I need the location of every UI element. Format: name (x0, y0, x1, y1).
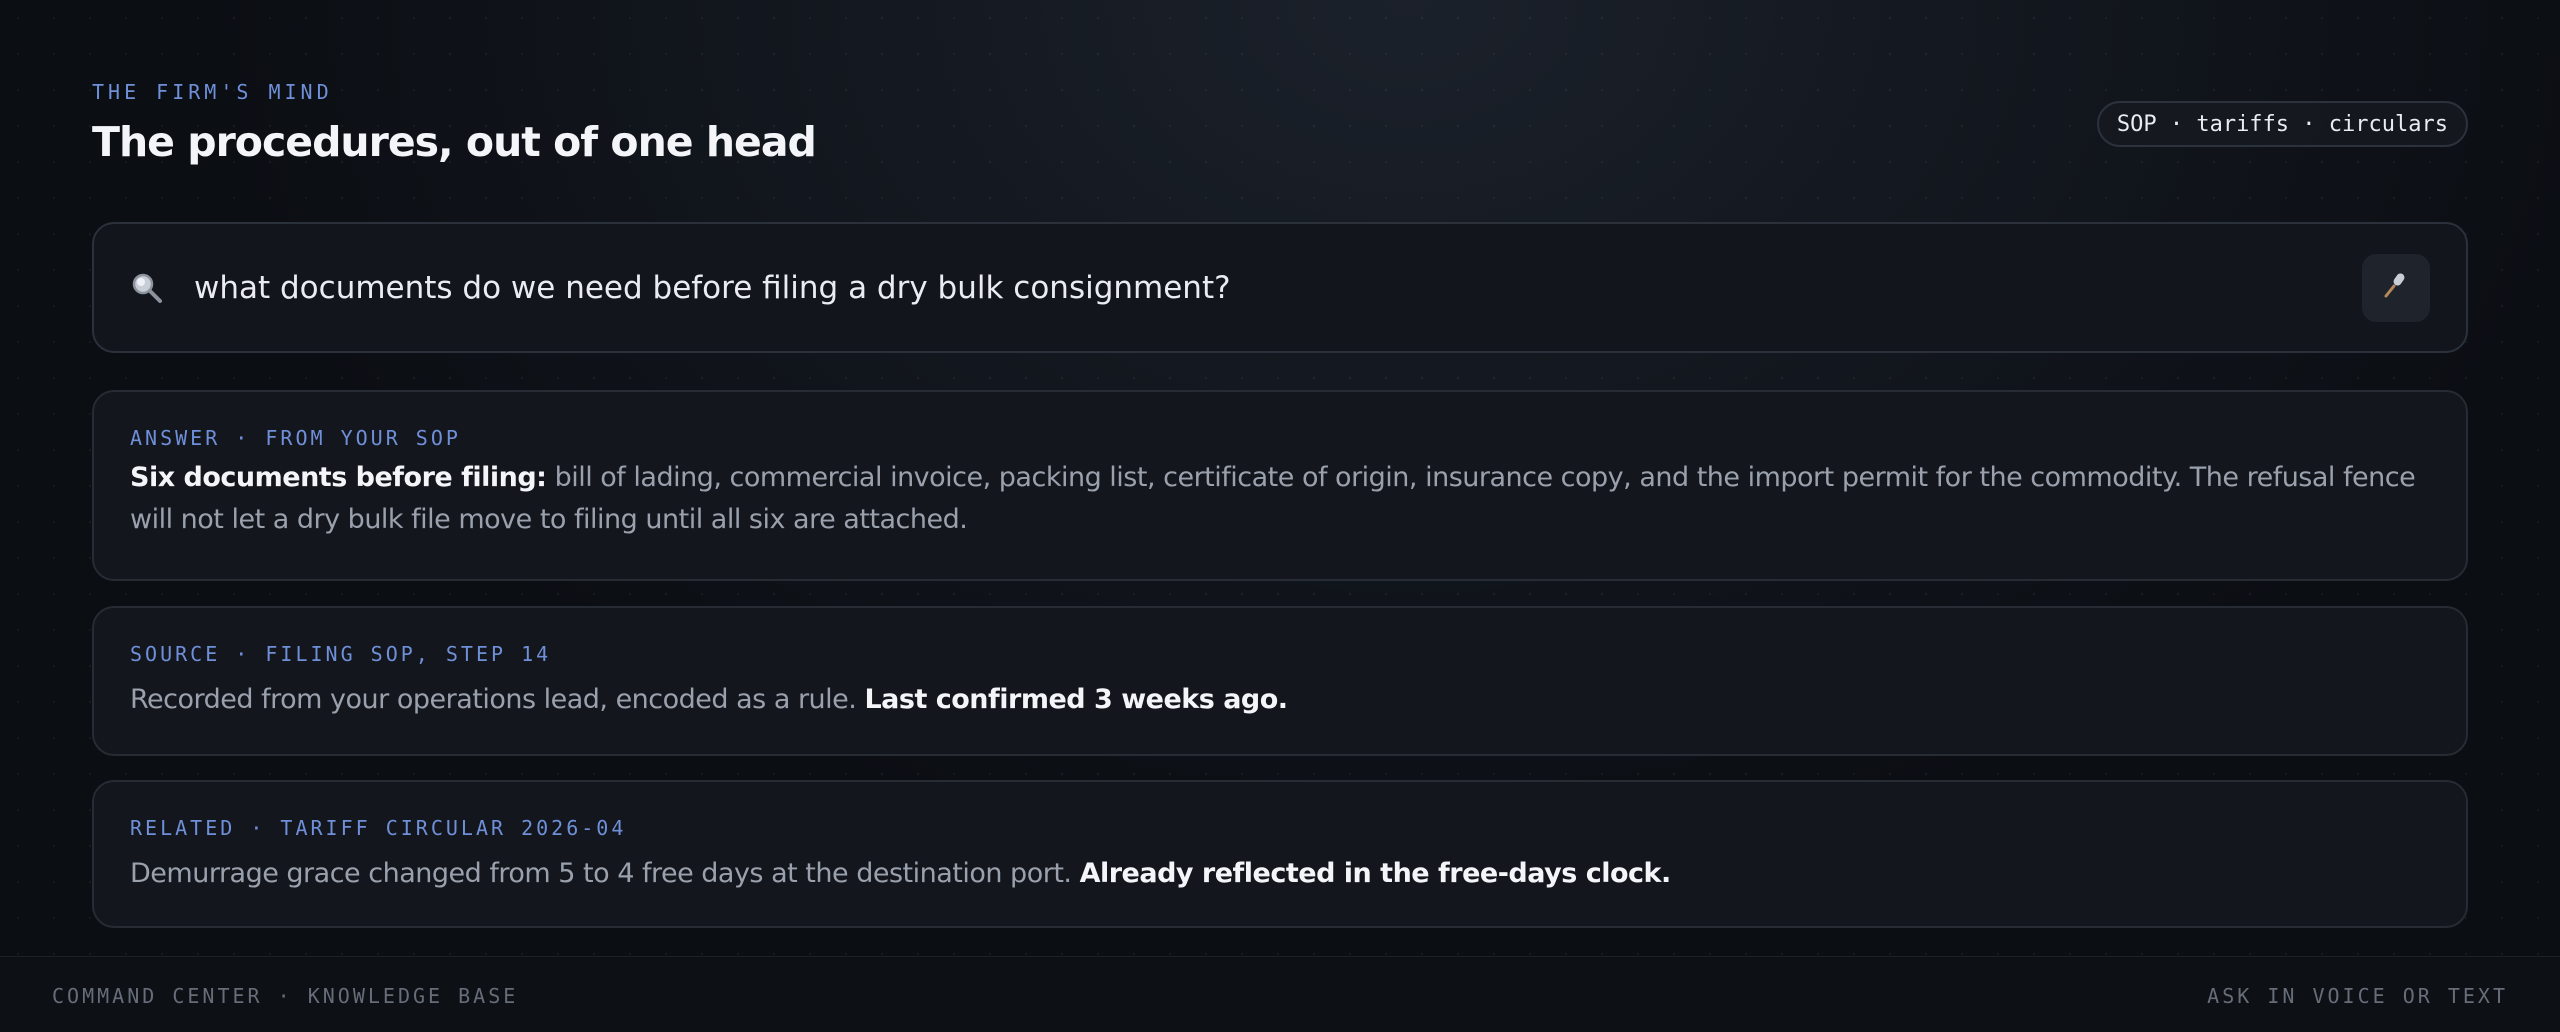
answer-card-label: ANSWER · FROM YOUR SOP (130, 426, 461, 450)
source-card-label: SOURCE · FILING SOP, STEP 14 (130, 642, 552, 666)
knowledge-base-page: THE FIRM'S MIND The procedures, out of o… (0, 0, 2560, 1032)
answer-lead: Six documents before filing: (130, 462, 547, 493)
search-input[interactable]: what documents do we need before filing … (194, 270, 1231, 306)
voice-input-button[interactable] (2362, 253, 2430, 322)
answer-card-body: Six documents before filing: bill of lad… (130, 457, 2430, 541)
related-text: Demurrage grace changed from 5 to 4 free… (130, 858, 1080, 889)
section-eyebrow: THE FIRM'S MIND (92, 80, 333, 104)
source-card-body: Recorded from your operations lead, enco… (130, 679, 2430, 721)
search-icon (130, 271, 164, 305)
related-card-body: Demurrage grace changed from 5 to 4 free… (130, 853, 2430, 895)
scope-pill[interactable]: SOP · tariffs · circulars (2096, 101, 2468, 147)
footer-hint: ASK IN VOICE OR TEXT (2207, 984, 2508, 1008)
footer-bar: COMMAND CENTER · KNOWLEDGE BASE ASK IN V… (0, 956, 2560, 1032)
related-emphasis: Already reflected in the free-days clock… (1079, 858, 1672, 889)
source-card: SOURCE · FILING SOP, STEP 14 Recorded fr… (92, 606, 2468, 756)
answer-card: ANSWER · FROM YOUR SOP Six documents bef… (92, 390, 2468, 581)
microphone-icon (2381, 270, 2411, 305)
search-bar[interactable]: what documents do we need before filing … (92, 222, 2468, 353)
source-emphasis: Last confirmed 3 weeks ago. (864, 684, 1288, 715)
related-card-label: RELATED · TARIFF CIRCULAR 2026-04 (130, 816, 627, 840)
related-card: RELATED · TARIFF CIRCULAR 2026-04 Demurr… (92, 780, 2468, 928)
page-title: The procedures, out of one head (92, 118, 817, 166)
footer-breadcrumb: COMMAND CENTER · KNOWLEDGE BASE (52, 984, 519, 1008)
source-text: Recorded from your operations lead, enco… (130, 684, 865, 715)
